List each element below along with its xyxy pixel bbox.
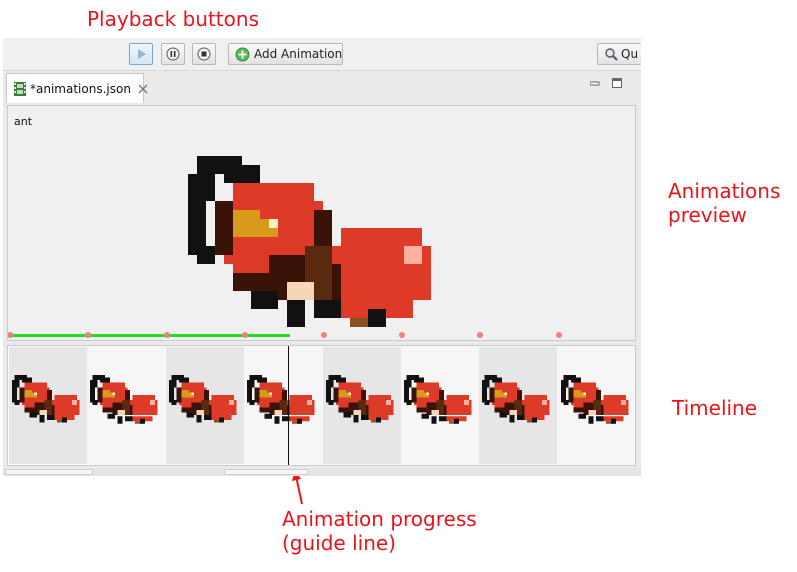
annotation-timeline: Timeline — [672, 396, 758, 420]
tab-animations-json[interactable]: *animations.json — [6, 73, 148, 103]
ant-frame-sprite — [404, 375, 472, 424]
maximize-icon[interactable] — [612, 78, 623, 89]
timeline-frame[interactable] — [401, 347, 479, 464]
keyframe-marker[interactable] — [399, 332, 405, 338]
keyframe-marker[interactable] — [8, 332, 13, 338]
play-icon — [138, 49, 146, 59]
add-icon — [235, 47, 250, 61]
pause-icon — [166, 47, 180, 61]
stop-icon — [197, 47, 211, 61]
tab-title: *animations.json — [30, 81, 131, 96]
close-icon[interactable] — [138, 84, 148, 94]
film-file-icon — [14, 81, 26, 96]
ant-frame-sprite — [168, 375, 237, 423]
add-animation-button[interactable]: Add Animation — [228, 43, 343, 65]
play-button[interactable] — [129, 43, 153, 65]
timeline-frame[interactable] — [244, 347, 323, 464]
annotation-animations-preview: Animations preview — [668, 179, 781, 227]
timeline — [7, 345, 636, 466]
add-animation-label: Add Animation — [254, 47, 343, 61]
timeline-frame[interactable] — [87, 347, 166, 464]
stop-button[interactable] — [192, 43, 216, 65]
ant-frame-sprite — [12, 375, 80, 423]
minimize-icon[interactable] — [590, 79, 600, 89]
progress-track — [8, 332, 635, 338]
ant-frame-sprite — [247, 375, 315, 424]
timeline-frame[interactable] — [9, 347, 87, 464]
horizontal-scrollbar[interactable] — [3, 468, 641, 476]
pause-button[interactable] — [161, 43, 185, 65]
keyframe-marker[interactable] — [242, 332, 249, 338]
annotation-playback-buttons: Playback buttons — [87, 7, 259, 31]
timeline-frame[interactable] — [322, 347, 401, 464]
animation-preview: ant — [7, 105, 636, 341]
scroll-thumb-right[interactable] — [224, 469, 308, 475]
editor-tab-bar: *animations.json — [3, 71, 641, 103]
annotation-animation-progress: Animation progress (guide line) — [282, 507, 477, 555]
keyframe-marker[interactable] — [320, 332, 327, 338]
ant-frame-sprite — [560, 375, 629, 424]
guide-line — [288, 346, 290, 465]
ant-frame-sprite — [90, 375, 158, 424]
keyframe-marker[interactable] — [85, 332, 92, 338]
animation-name: ant — [14, 115, 33, 128]
keyframe-marker[interactable] — [163, 332, 170, 338]
toolbar: Add Animation Qu — [3, 38, 641, 71]
timeline-frame[interactable] — [165, 347, 244, 464]
timeline-frame[interactable] — [557, 347, 635, 464]
keyframe-marker[interactable] — [477, 332, 484, 338]
quick-access-button[interactable]: Qu — [597, 43, 641, 65]
timeline-frame[interactable] — [479, 347, 558, 464]
ant-frame-sprite — [482, 375, 550, 423]
editor-window: Add Animation Qu *animations.json ant — [3, 38, 641, 476]
keyframe-marker[interactable] — [555, 332, 562, 338]
quick-access-label: Qu — [621, 47, 639, 61]
ant-sprite — [188, 156, 431, 327]
search-icon — [605, 48, 618, 61]
scroll-thumb-left[interactable] — [5, 469, 93, 475]
ant-frame-sprite — [325, 375, 394, 423]
